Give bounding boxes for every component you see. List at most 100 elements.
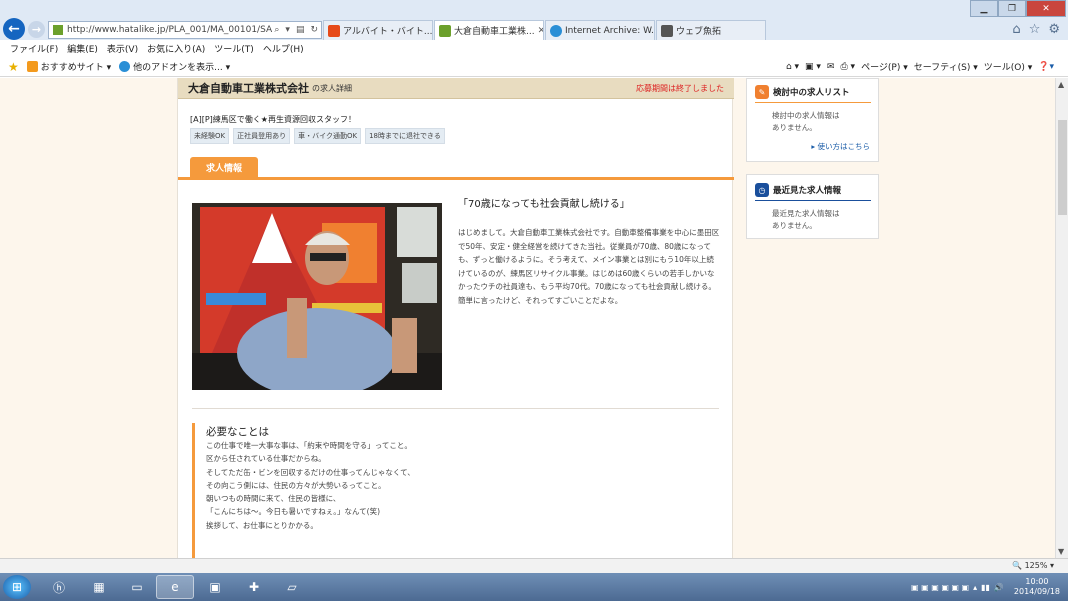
clock[interactable]: 10:00 2014/09/18: [1014, 577, 1060, 597]
show-hidden-icon[interactable]: ▴: [973, 583, 977, 592]
tab-okura[interactable]: 大倉自動車工業株... ✕: [434, 20, 544, 40]
tag: 車・バイク通勤OK: [294, 128, 362, 144]
menu-view[interactable]: 表示(V): [107, 42, 138, 55]
star-icon[interactable]: ☆: [1029, 22, 1041, 37]
close-window-button[interactable]: ✕: [1026, 0, 1066, 17]
command-bar: ⌂ ▾ ▣ ▾ ✉ ⎙ ▾ ページ(P) ▾ セーフティ(S) ▾ ツール(O)…: [786, 60, 1054, 74]
print-icon[interactable]: ⎙ ▾: [840, 62, 855, 72]
feed-icon[interactable]: ▣ ▾: [805, 62, 821, 72]
mail-icon[interactable]: ✉: [827, 62, 835, 72]
gear-icon[interactable]: ⚙: [1048, 22, 1060, 37]
requirements-line: その向こう側には、住民の方々が大勢いるってこと。: [206, 480, 386, 490]
dropdown-icon[interactable]: ▾: [285, 25, 290, 35]
requirements-heading: 必要なことは: [206, 426, 269, 438]
tag: 18時までに退社できる: [365, 128, 445, 144]
home-icon[interactable]: ⌂: [1012, 22, 1020, 37]
cmd-safety[interactable]: セーフティ(S) ▾: [914, 60, 978, 73]
main-content: 大倉自動車工業株式会社 の求人詳細 応募期間は終了しました [A][P]練馬区で…: [177, 78, 734, 558]
divider: [192, 408, 719, 409]
window-icon[interactable]: ▣: [196, 575, 234, 599]
considering-list-panel: ✎ 検討中の求人リスト 検討中の求人情報は ありません。 ▸ 使い方はこちら: [746, 78, 879, 162]
system-tray: ▣ ▣ ▣ ▣ ▣ ▣ ▴ ▮▮ 🔊 10:00 2014/09/18: [850, 575, 1060, 599]
baito-favicon: [328, 24, 340, 37]
vertical-scrollbar[interactable]: ▲ ▼: [1055, 78, 1068, 558]
app-icon[interactable]: ▦: [80, 575, 118, 599]
header-subtitle: の求人詳細: [312, 83, 352, 93]
requirements-section: 必要なことは この仕事で唯一大事な事は、「約束や時間を守る」ってこと。 区から任…: [192, 423, 719, 558]
recommended-icon: [26, 61, 38, 72]
menu-bar: ファイル(F) 編集(E) 表示(V) お気に入り(A) ツール(T) ヘルプ(…: [0, 40, 1068, 57]
tray-icons[interactable]: ▣ ▣ ▣ ▣ ▣ ▣: [911, 583, 969, 592]
requirements-line: 朝いつもの時間に来て、住民の皆様に、: [206, 494, 341, 504]
search-icon[interactable]: ⌕: [274, 25, 279, 35]
start-button[interactable]: ⊞: [3, 575, 31, 599]
tab-archive[interactable]: Internet Archive: W...: [545, 20, 655, 40]
taskbar: ⊞ ⓗ ▦ ▭ e ▣ ✚ ▱ ▣ ▣ ▣ ▣ ▣ ▣ ▴ ▮▮ 🔊 10:00…: [0, 573, 1068, 601]
browser-chrome: ← → http://www.hatalike.jp/PLA_001/MA_00…: [0, 0, 1068, 40]
tag: 未経験OK: [190, 128, 230, 144]
notebook-icon[interactable]: ▱: [273, 575, 311, 599]
fav-addons[interactable]: 他のアドオンを表示... ▾: [119, 60, 230, 73]
fav-recommended[interactable]: おすすめサイト ▾: [26, 60, 111, 73]
refresh-icon[interactable]: ↻: [310, 25, 318, 35]
story-quote: 「70歳になっても社会貢献し続ける」: [458, 199, 630, 210]
address-bar[interactable]: http://www.hatalike.jp/PLA_001/MA_00101/…: [48, 21, 322, 39]
company-name: 大倉自動車工業株式会社: [188, 82, 309, 95]
how-to-use-link[interactable]: ▸ 使い方はこちら: [811, 141, 870, 152]
tab-baito[interactable]: アルバイト・バイト...: [323, 20, 433, 40]
requirements-line: 区から任されている仕事だからね。: [206, 454, 326, 464]
hatalike-favicon: [439, 24, 451, 37]
site-favicon: [53, 25, 63, 35]
menu-help[interactable]: ヘルプ(H): [263, 42, 304, 55]
recent-jobs-panel: ◷ 最近見た求人情報 最近見た求人情報は ありません。: [746, 174, 879, 239]
clock-icon: ◷: [755, 183, 769, 197]
scroll-down-icon[interactable]: ▼: [1058, 547, 1064, 556]
pdf-icon[interactable]: ✚: [235, 575, 273, 599]
page-viewport: 大倉自動車工業株式会社 の求人詳細 応募期間は終了しました [A][P]練馬区で…: [0, 78, 1055, 558]
fish-favicon: [661, 24, 673, 37]
minimize-button[interactable]: ▁: [970, 0, 998, 17]
compat-view-icon[interactable]: ▤: [296, 25, 305, 35]
close-tab-icon[interactable]: ✕: [535, 26, 543, 36]
restore-button[interactable]: ❐: [998, 0, 1026, 17]
tag: 正社員登用あり: [233, 128, 291, 144]
back-button[interactable]: ←: [3, 18, 25, 40]
forward-button[interactable]: →: [28, 21, 45, 38]
help-icon[interactable]: ❓▾: [1038, 62, 1054, 72]
considering-empty: 検討中の求人情報は ありません。: [772, 111, 840, 132]
folder-icon[interactable]: ▭: [118, 575, 156, 599]
pencil-icon: ✎: [755, 85, 769, 99]
volume-icon[interactable]: 🔊: [994, 583, 1004, 592]
requirements-line: そしてただ缶・ビンを回収するだけの仕事ってんじゃなくて、: [206, 467, 415, 477]
menu-edit[interactable]: 編集(E): [67, 42, 98, 55]
tab-job-info[interactable]: 求人情報: [190, 157, 258, 177]
favorites-star-icon[interactable]: ★: [8, 60, 19, 74]
company-header: 大倉自動車工業株式会社 の求人詳細 応募期間は終了しました: [178, 78, 734, 99]
cmd-tools[interactable]: ツール(O) ▾: [984, 60, 1033, 73]
ie-taskbar-icon[interactable]: e: [156, 575, 194, 599]
cmd-page[interactable]: ページ(P) ▾: [861, 60, 908, 73]
staff-photo: [192, 203, 442, 390]
status-bar: 🔍 125% ▾: [0, 558, 1068, 573]
menu-file[interactable]: ファイル(F): [10, 42, 58, 55]
recent-title: 最近見た求人情報: [773, 186, 842, 196]
home-cmd-icon[interactable]: ⌂ ▾: [786, 62, 799, 72]
closed-notice: 応募期間は終了しました: [636, 83, 724, 93]
considering-title: 検討中の求人リスト: [773, 88, 850, 98]
requirements-line: 「こんにちは～。今日も暑いですねぇ。」なんて(笑): [206, 507, 381, 517]
section-underline: [178, 177, 734, 180]
tab-gyotaku[interactable]: ウェブ魚拓: [656, 20, 766, 40]
menu-favorites[interactable]: お気に入り(A): [147, 42, 205, 55]
menu-tools[interactable]: ツール(T): [214, 42, 254, 55]
zoom-level[interactable]: 🔍 125% ▾: [1012, 561, 1054, 570]
story-paragraph: はじめまして。大倉自動車工業株式会社です。自動車整備事業を中心に墨田区で50年、…: [458, 228, 720, 305]
ie-favicon: [550, 24, 562, 37]
network-icon[interactable]: ▮▮: [981, 583, 990, 592]
url-text: http://www.hatalike.jp/PLA_001/MA_00101/…: [67, 25, 273, 35]
ie-icon: [119, 61, 131, 72]
requirements-line: 挨拶して、お仕事にとりかかる。: [206, 520, 318, 530]
hp-icon[interactable]: ⓗ: [40, 575, 78, 599]
requirements-line: この仕事で唯一大事な事は、「約束や時間を守る」ってこと。: [206, 441, 412, 450]
scroll-thumb[interactable]: [1058, 120, 1067, 215]
scroll-up-icon[interactable]: ▲: [1058, 80, 1064, 89]
